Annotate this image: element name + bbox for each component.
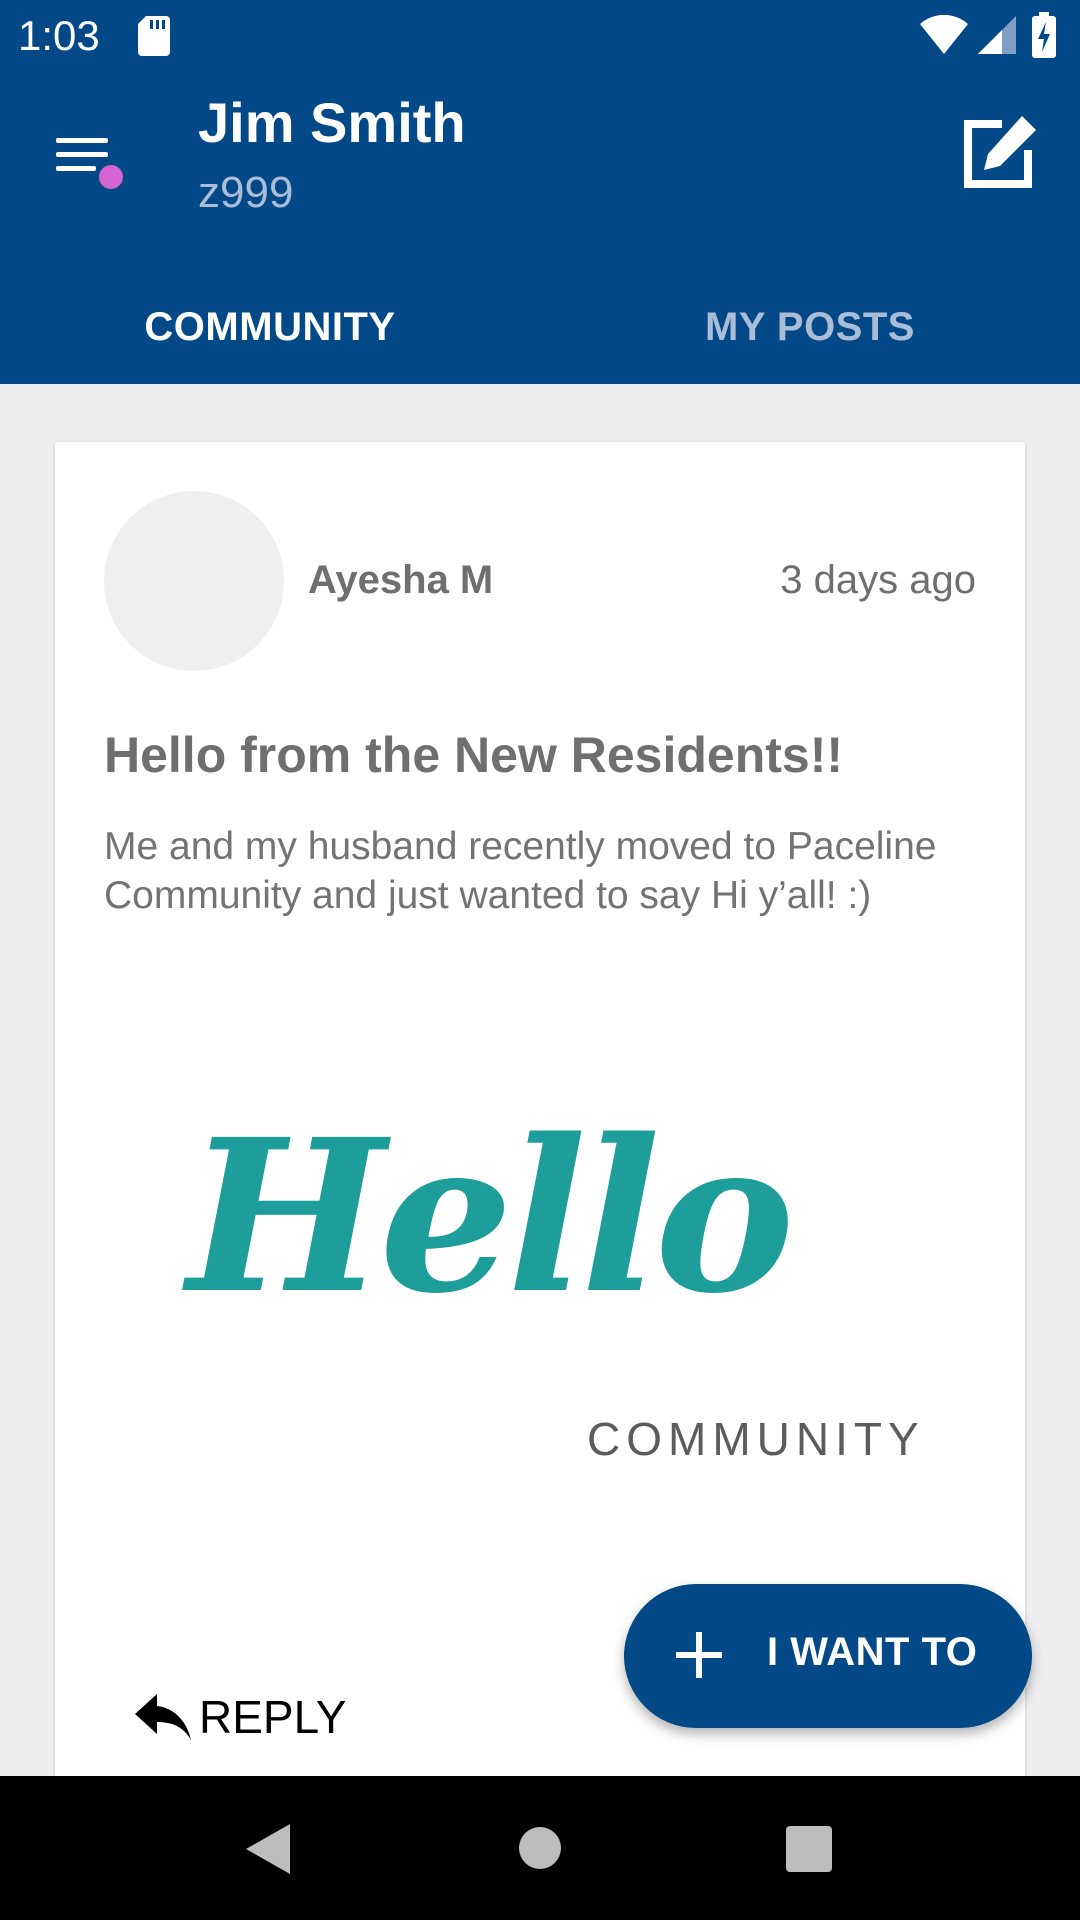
avatar[interactable] — [104, 491, 284, 671]
user-id: z999 — [198, 168, 294, 217]
reply-label: REPLY — [199, 1691, 347, 1743]
back-icon[interactable] — [244, 1822, 292, 1876]
post-card[interactable]: Ayesha M 3 days ago Hello from the New R… — [55, 442, 1025, 1782]
hello-logo-subtitle: COMMUNITY — [587, 1413, 925, 1465]
reply-arrow-icon — [135, 1694, 191, 1740]
menu-button[interactable] — [40, 120, 140, 220]
app-header: 1:03 Jim Smith z999 COMMUNITY MY POSTS — [0, 0, 1080, 384]
post-time: 3 days ago — [780, 558, 976, 602]
battery-charging-icon — [1032, 12, 1056, 63]
post-title: Hello from the New Residents!! — [104, 727, 843, 783]
wifi-icon — [920, 14, 968, 59]
sd-card-icon — [138, 16, 170, 61]
system-nav-bar — [0, 1776, 1080, 1920]
i-want-to-button[interactable]: I WANT TO — [624, 1584, 1032, 1728]
compose-button[interactable] — [960, 112, 1050, 202]
plus-icon — [676, 1632, 722, 1678]
reply-button[interactable]: REPLY — [135, 1682, 346, 1752]
compose-edit-icon — [964, 116, 1036, 188]
post-image[interactable]: Hello COMMUNITY — [187, 1093, 919, 1492]
tab-bar: COMMUNITY MY POSTS — [0, 270, 1080, 384]
recents-icon[interactable] — [786, 1826, 832, 1872]
tab-community[interactable]: COMMUNITY — [0, 270, 540, 384]
tab-my-posts[interactable]: MY POSTS — [540, 270, 1080, 384]
notification-dot — [96, 162, 126, 192]
hello-logo-text: Hello — [187, 1093, 795, 1340]
i-want-to-label: I WANT TO — [767, 1630, 978, 1674]
post-body: Me and my husband recently moved to Pace… — [104, 825, 937, 917]
signal-icon — [978, 16, 1016, 59]
user-name: Jim Smith — [198, 91, 466, 154]
home-icon[interactable] — [518, 1826, 562, 1870]
status-time: 1:03 — [18, 12, 100, 59]
status-bar: 1:03 — [0, 0, 1080, 72]
post-author: Ayesha M — [308, 558, 494, 602]
